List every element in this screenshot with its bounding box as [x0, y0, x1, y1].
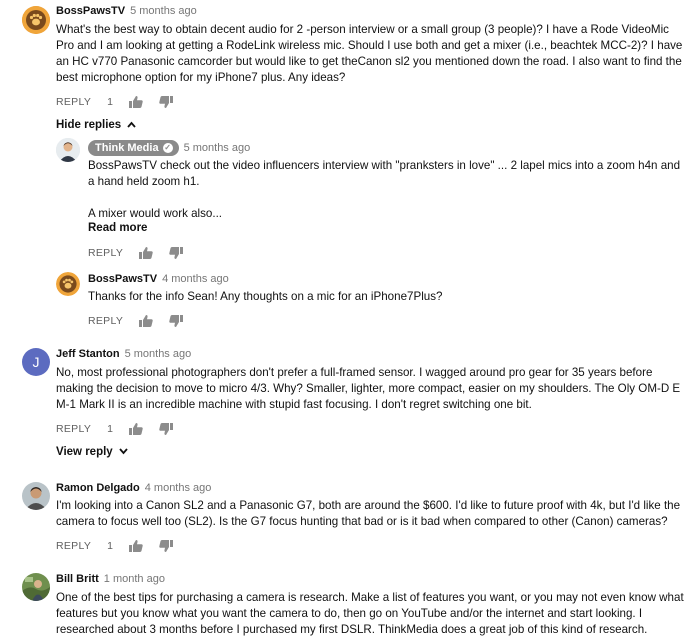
man-avatar[interactable]	[22, 482, 50, 510]
comment-text-line: Thanks for the info Sean! Any thoughts o…	[88, 290, 443, 303]
comment-text-line	[88, 190, 680, 206]
thumbs-up-icon[interactable]	[139, 247, 153, 259]
comment-text-line: making the decision to move to micro 4/3…	[56, 382, 681, 395]
dog-paw-avatar[interactable]	[22, 6, 50, 34]
comment-author[interactable]: Jeff Stanton	[56, 348, 120, 360]
comment-text-line: camera to focus well too (SL2). Is the G…	[56, 515, 668, 528]
reply-button[interactable]: REPLY	[56, 423, 91, 435]
comment-time[interactable]: 4 months ago	[162, 273, 229, 285]
read-more-link[interactable]: Read more	[88, 222, 147, 234]
thumbs-down-icon[interactable]	[169, 315, 184, 327]
thumbs-down-icon[interactable]	[169, 247, 184, 259]
comment-time[interactable]: 5 months ago	[125, 348, 192, 360]
thumbs-up-icon[interactable]	[129, 540, 143, 552]
comment-text-line: an HC v770 Panasonic camcorder but would…	[56, 55, 682, 68]
chevron-down-icon[interactable]	[119, 446, 128, 458]
thumbs-up-icon[interactable]	[129, 96, 143, 108]
comment-time[interactable]: 4 months ago	[145, 482, 212, 494]
reply-button[interactable]: REPLY	[88, 315, 123, 327]
comment-text-line: One of the best tips for purchasing a ca…	[56, 591, 684, 604]
like-count: 1	[107, 540, 113, 552]
comment-text-line: No, most professional photographers don'…	[56, 366, 653, 379]
dog-paw-avatar[interactable]	[56, 272, 80, 296]
reply-button[interactable]: REPLY	[88, 247, 123, 259]
man-avatar[interactable]	[56, 138, 80, 162]
thumbs-down-icon[interactable]	[159, 423, 173, 435]
thumbs-down-icon[interactable]	[159, 540, 173, 552]
comment-author: Think Media	[95, 142, 159, 154]
comment-time[interactable]: 5 months ago	[184, 142, 251, 154]
comment-text-line: What's the best way to obtain decent aud…	[56, 23, 669, 36]
thumbs-up-icon[interactable]	[139, 315, 153, 327]
comment-time[interactable]: 1 month ago	[104, 573, 165, 585]
comment-text-line: BossPawsTV check out the video influence…	[88, 159, 681, 172]
avatar-initial: J	[32, 354, 40, 370]
comment-author[interactable]: Bill Britt	[56, 573, 99, 585]
comment-text-line: best microphone option for my iPhone7 pl…	[56, 71, 346, 84]
comment-author[interactable]: BossPawsTV	[56, 5, 125, 17]
comment-author[interactable]: Ramon Delgado	[56, 482, 140, 494]
thumbs-up-icon[interactable]	[129, 423, 143, 435]
like-count: 1	[107, 96, 113, 108]
chevron-up-icon[interactable]	[127, 119, 137, 131]
comment-text-line: M-1 Mark II is an incredible machine wit…	[56, 398, 532, 411]
verified-check-icon: ✓	[162, 143, 173, 153]
creator-badge[interactable]: Think Media ✓	[88, 140, 179, 156]
comment-text-line: a hand held zoom h1.	[88, 175, 200, 188]
outdoor-photo-avatar[interactable]	[22, 573, 50, 601]
hide-replies-toggle[interactable]: Hide replies	[56, 119, 121, 131]
reply-button[interactable]: REPLY	[56, 540, 91, 552]
comment-author[interactable]: BossPawsTV	[88, 273, 157, 285]
user-initial-avatar[interactable]: J	[22, 348, 50, 376]
view-reply-toggle[interactable]: View reply	[56, 446, 113, 458]
comment-text-line: features but you know what you want the …	[56, 607, 643, 620]
comment-text-line: A mixer would work also...	[88, 207, 223, 220]
comment-text-line: researched about 3 months before I purch…	[56, 623, 648, 636]
comment-text-line: I'm looking into a Canon SL2 and a Panas…	[56, 499, 681, 512]
like-count: 1	[107, 423, 113, 435]
reply-button[interactable]: REPLY	[56, 96, 91, 108]
comment-text-line: Pro and I am looking at getting a RodeLi…	[56, 39, 683, 52]
comment-time[interactable]: 5 months ago	[130, 5, 197, 17]
thumbs-down-icon[interactable]	[159, 96, 173, 108]
